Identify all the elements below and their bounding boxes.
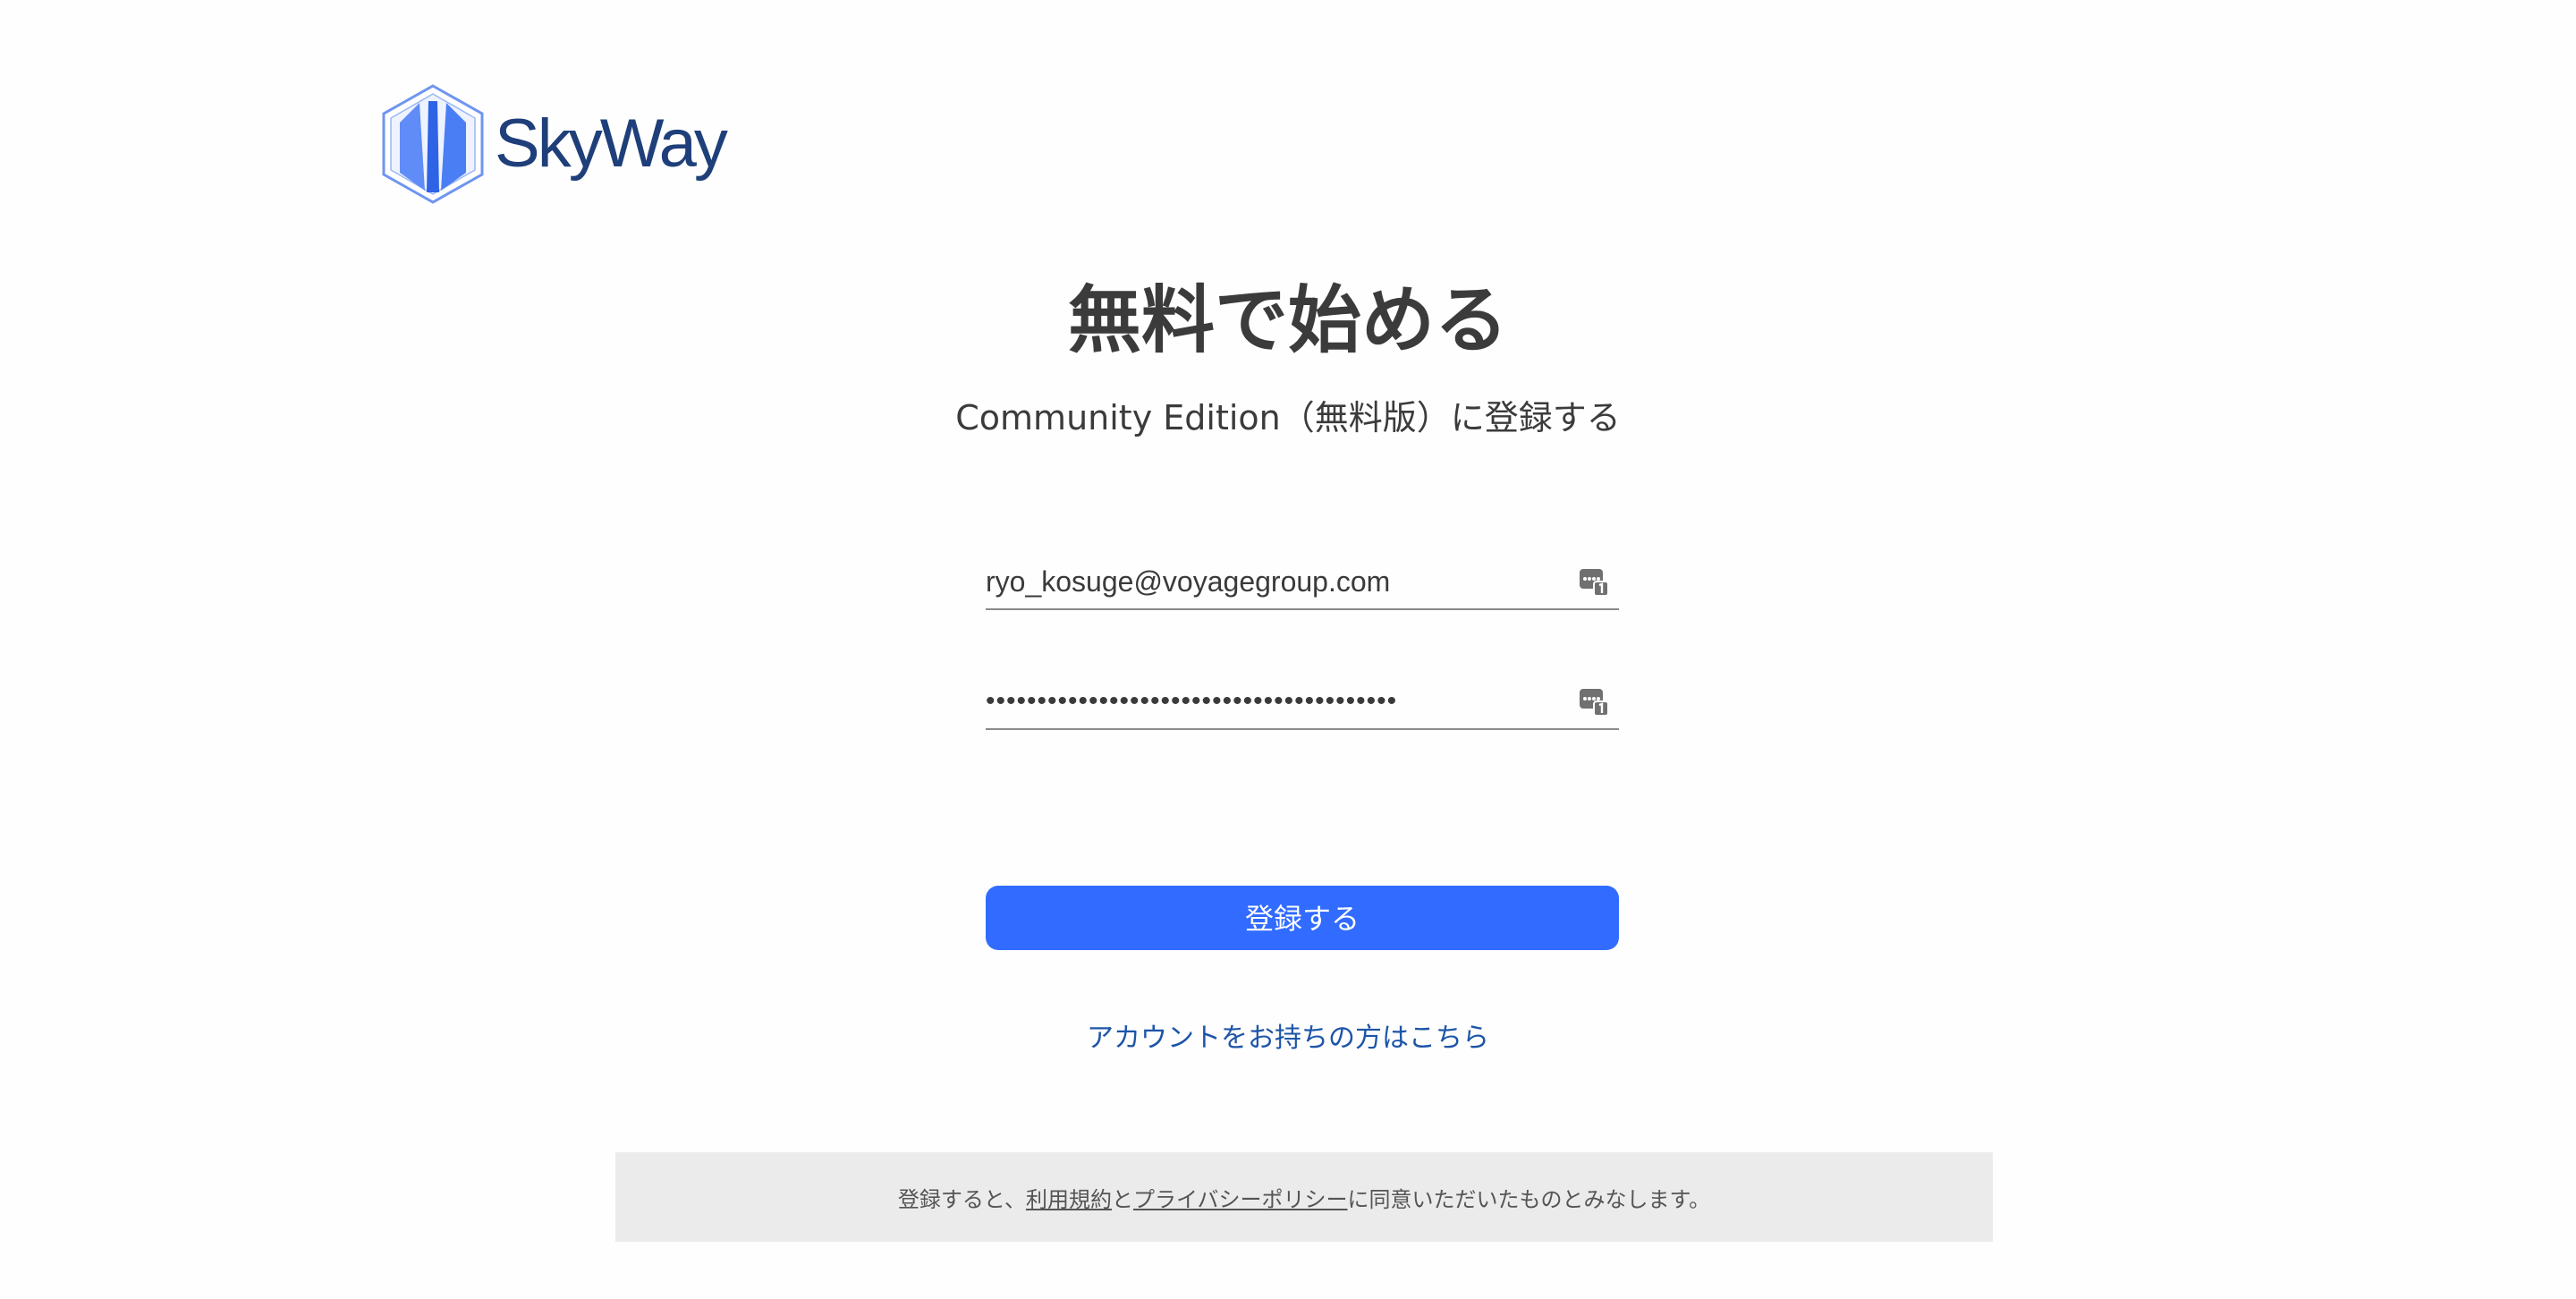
page-subtitle: Community Edition（無料版）に登録する bbox=[955, 398, 1621, 437]
notice-and: と bbox=[1111, 1186, 1133, 1212]
register-button[interactable]: 登録する bbox=[986, 886, 1619, 950]
terms-link[interactable]: 利用規約 bbox=[1026, 1182, 1112, 1213]
page-title: 無料で始める bbox=[1067, 278, 1508, 363]
email-input[interactable] bbox=[986, 555, 1558, 608]
password-manager-icon[interactable] bbox=[1578, 565, 1610, 598]
email-field-container bbox=[986, 555, 1619, 610]
password-input[interactable] bbox=[986, 675, 1558, 728]
privacy-policy-link[interactable]: プライバシーポリシー bbox=[1133, 1182, 1348, 1213]
notice-suffix: に同意いただいたものとみなします。 bbox=[1347, 1186, 1711, 1212]
login-link[interactable]: アカウントをお持ちの方はこちら bbox=[0, 1025, 2576, 1052]
notice-prefix: 登録すると、 bbox=[897, 1186, 1026, 1212]
signup-page: SkyWay 無料で始める Community Edition（無料版）に登録す… bbox=[0, 0, 2576, 1299]
terms-notice: 登録すると、 利用規約 と プライバシーポリシー に同意いただいたものとみなしま… bbox=[615, 1152, 1993, 1242]
password-field-container bbox=[986, 675, 1619, 730]
password-manager-icon[interactable] bbox=[1578, 685, 1610, 717]
logo-wordmark: SkyWay bbox=[495, 106, 728, 182]
skyway-logo[interactable]: SkyWay bbox=[380, 83, 728, 205]
skyway-logo-icon bbox=[382, 84, 484, 204]
